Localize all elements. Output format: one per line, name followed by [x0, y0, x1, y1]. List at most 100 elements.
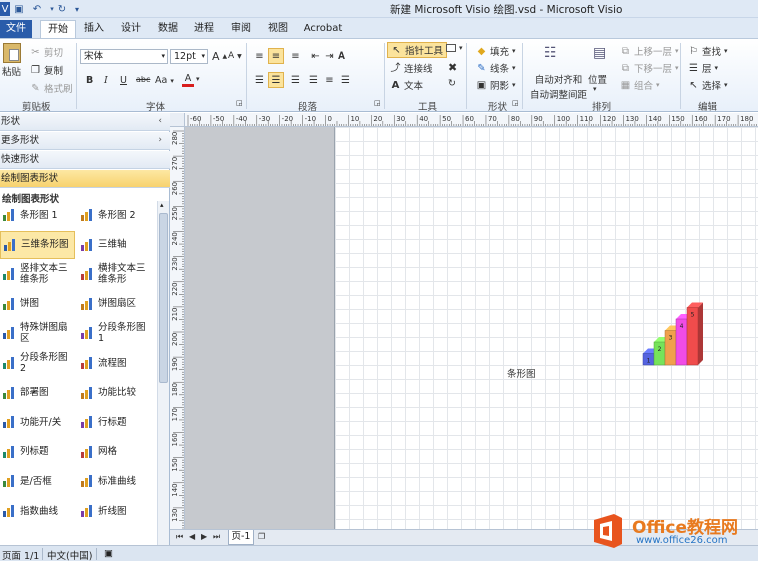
tab-design[interactable]: 设计	[117, 20, 145, 38]
close-tool-icon[interactable]: ✖	[448, 61, 457, 74]
undo-icon[interactable]: ↶	[30, 2, 44, 16]
text-direction-button[interactable]: 𝐀	[336, 51, 347, 62]
quick-shapes-item[interactable]: 快速形状	[0, 151, 170, 169]
auto-align-button[interactable]: 自动对齐和 自动调整间距	[530, 72, 587, 101]
bold-button[interactable]: B	[86, 75, 93, 86]
drawing-canvas[interactable]: 12345	[185, 127, 758, 529]
stencil-shape-item[interactable]: 三维轴	[78, 231, 156, 259]
increase-indent-button[interactable]: ⇥	[324, 51, 335, 62]
next-page-icon[interactable]: ▶	[201, 532, 207, 541]
font-size-select[interactable]: 12pt ▾	[170, 49, 208, 64]
stencil-shape-item[interactable]: 功能开/关	[0, 408, 75, 436]
tab-file[interactable]: 文件	[0, 20, 32, 38]
font-color-dropdown[interactable]: ▾	[196, 75, 200, 83]
decrease-indent-button[interactable]: ⇤	[310, 51, 321, 62]
paragraph-dialog-launcher-icon[interactable]: ◲	[374, 99, 381, 107]
tab-data[interactable]: 数据	[154, 20, 182, 38]
text-tool-button[interactable]: A 文本	[390, 78, 423, 93]
tab-acrobat[interactable]: Acrobat	[300, 20, 346, 38]
align-bottom-button[interactable]: ≡	[290, 51, 301, 62]
stencil-shape-item[interactable]: 特殊饼图扇区	[0, 319, 75, 347]
paste-button[interactable]: 粘贴	[2, 43, 21, 78]
ruler-corner[interactable]	[170, 113, 185, 127]
italic-button[interactable]: I	[104, 75, 108, 86]
strikethrough-button[interactable]: abc	[136, 75, 150, 84]
stencil-shape-item[interactable]: 饼图扇区	[78, 290, 156, 318]
align-left-button[interactable]: ☰	[254, 75, 265, 86]
pointer-tool-button[interactable]: ↖ 指针工具	[387, 42, 448, 58]
drawing-page[interactable]: 12345	[334, 127, 758, 529]
stencil-shape-item[interactable]: 功能比较	[78, 379, 156, 407]
font-color-button[interactable]: A	[182, 73, 194, 87]
cut-button[interactable]: ✂ 剪切	[30, 45, 63, 60]
change-case-button[interactable]: Aa ▾	[155, 75, 174, 86]
align-center-button[interactable]: ☰	[268, 72, 284, 88]
macro-recorder-icon[interactable]: ▣	[104, 548, 113, 559]
stencil-scrollbar[interactable]: ▴	[157, 201, 169, 545]
page-tab-1[interactable]: 页-1	[228, 530, 254, 545]
save-icon[interactable]: ▣	[12, 2, 26, 16]
stencil-shape-item[interactable]: 标准曲线	[78, 467, 156, 495]
shadow-button[interactable]: ▣ 阴影 ▾	[476, 78, 516, 93]
redo-icon[interactable]: ↻	[55, 2, 69, 16]
more-shapes-item[interactable]: 更多形状 ›	[0, 132, 170, 150]
format-painter-button[interactable]: ✎ 格式刷	[30, 81, 72, 96]
stencil-shape-item[interactable]: 行标题	[78, 408, 156, 436]
scroll-up-icon[interactable]: ▴	[160, 201, 164, 209]
stencil-shape-item[interactable]: 分段条形图 2	[0, 349, 75, 377]
customize-icon[interactable]: ▾	[70, 2, 84, 16]
stencil-shape-item[interactable]: 条形图 2	[78, 201, 156, 229]
vertical-ruler[interactable]: 280 270 260 250 240 230 220 210 200 190 180 170 160 1…	[170, 127, 185, 529]
first-page-icon[interactable]: ⏮	[176, 532, 183, 542]
tab-process[interactable]: 进程	[190, 20, 218, 38]
bullets-button[interactable]: ≡	[324, 75, 335, 86]
page-indicator[interactable]: 页面 1/1	[2, 548, 39, 561]
underline-button[interactable]: U	[120, 75, 127, 86]
stencil-shape-item[interactable]: 是/否框	[0, 467, 75, 495]
stencil-shape-item[interactable]: 分段条形图 1	[78, 319, 156, 347]
stencil-shape-item[interactable]: 竖排文本三维条形	[0, 260, 75, 288]
align-middle-button[interactable]: ≡	[268, 48, 284, 64]
chart-caption[interactable]: 条形图	[507, 366, 536, 380]
stencil-shape-item[interactable]: 饼图	[0, 290, 75, 318]
copy-button[interactable]: ❐ 复制	[30, 63, 63, 78]
group-button[interactable]: ▦ 组合 ▾	[620, 78, 660, 93]
tab-insert[interactable]: 插入	[80, 20, 108, 38]
shape-dialog-launcher-icon[interactable]: ◲	[512, 99, 519, 107]
prev-page-icon[interactable]: ◀	[189, 532, 195, 541]
stencil-shape-item[interactable]: 三维条形图	[0, 230, 75, 259]
rotate-tool-icon[interactable]: ↻	[448, 78, 456, 89]
numbering-button[interactable]: ☰	[340, 75, 351, 86]
grow-font-button[interactable]: A ▲	[212, 50, 227, 63]
font-name-select[interactable]: 宋体 ▾	[80, 49, 168, 64]
stencil-shape-item[interactable]: 网格	[78, 438, 156, 466]
rectangle-tool-button[interactable]: ▾	[446, 44, 463, 52]
justify-button[interactable]: ☰	[308, 75, 319, 86]
tab-home[interactable]: 开始	[40, 20, 76, 38]
horizontal-ruler[interactable]: -60 -50 -40 -30 -20 -10 0 10 20 30 40 50 60 70 80 90 100…	[185, 113, 758, 127]
bring-forward-button[interactable]: ⧉ 上移一层 ▾	[620, 44, 679, 59]
stencil-shape-item[interactable]: 列标题	[0, 438, 75, 466]
line-button[interactable]: ✎ 线条 ▾	[476, 61, 515, 76]
language-indicator[interactable]: 中文(中国)	[47, 548, 92, 561]
scrollbar-thumb[interactable]	[159, 213, 168, 383]
position-button[interactable]: 位置	[588, 72, 607, 86]
send-backward-button[interactable]: ⧉ 下移一层 ▾	[620, 61, 679, 76]
tab-review[interactable]: 审阅	[227, 20, 255, 38]
align-right-button[interactable]: ☰	[290, 75, 301, 86]
stencil-shape-item[interactable]: 折线图	[78, 497, 156, 525]
find-button[interactable]: ⚐ 查找 ▾	[688, 44, 728, 59]
stencil-shape-item[interactable]: 流程图	[78, 349, 156, 377]
stencil-shape-item[interactable]: 部署图	[0, 379, 75, 407]
stencil-shape-item[interactable]: 条形图 1	[0, 201, 75, 229]
align-top-button[interactable]: ≡	[254, 51, 265, 62]
connector-button[interactable]: ⤴ 连接线	[390, 61, 433, 76]
active-stencil-item[interactable]: 绘制图表形状	[0, 170, 170, 188]
collapse-pane-icon[interactable]: ‹	[158, 113, 162, 130]
select-button[interactable]: ↖ 选择 ▾	[688, 78, 727, 93]
insert-page-icon[interactable]: ❐	[258, 532, 265, 541]
shrink-font-button[interactable]: A ▼	[228, 51, 242, 61]
tab-view[interactable]: 视图	[264, 20, 292, 38]
fill-button[interactable]: ◆ 填充 ▾	[476, 44, 516, 59]
stencil-shape-item[interactable]: 横排文本三维条形	[78, 260, 156, 288]
